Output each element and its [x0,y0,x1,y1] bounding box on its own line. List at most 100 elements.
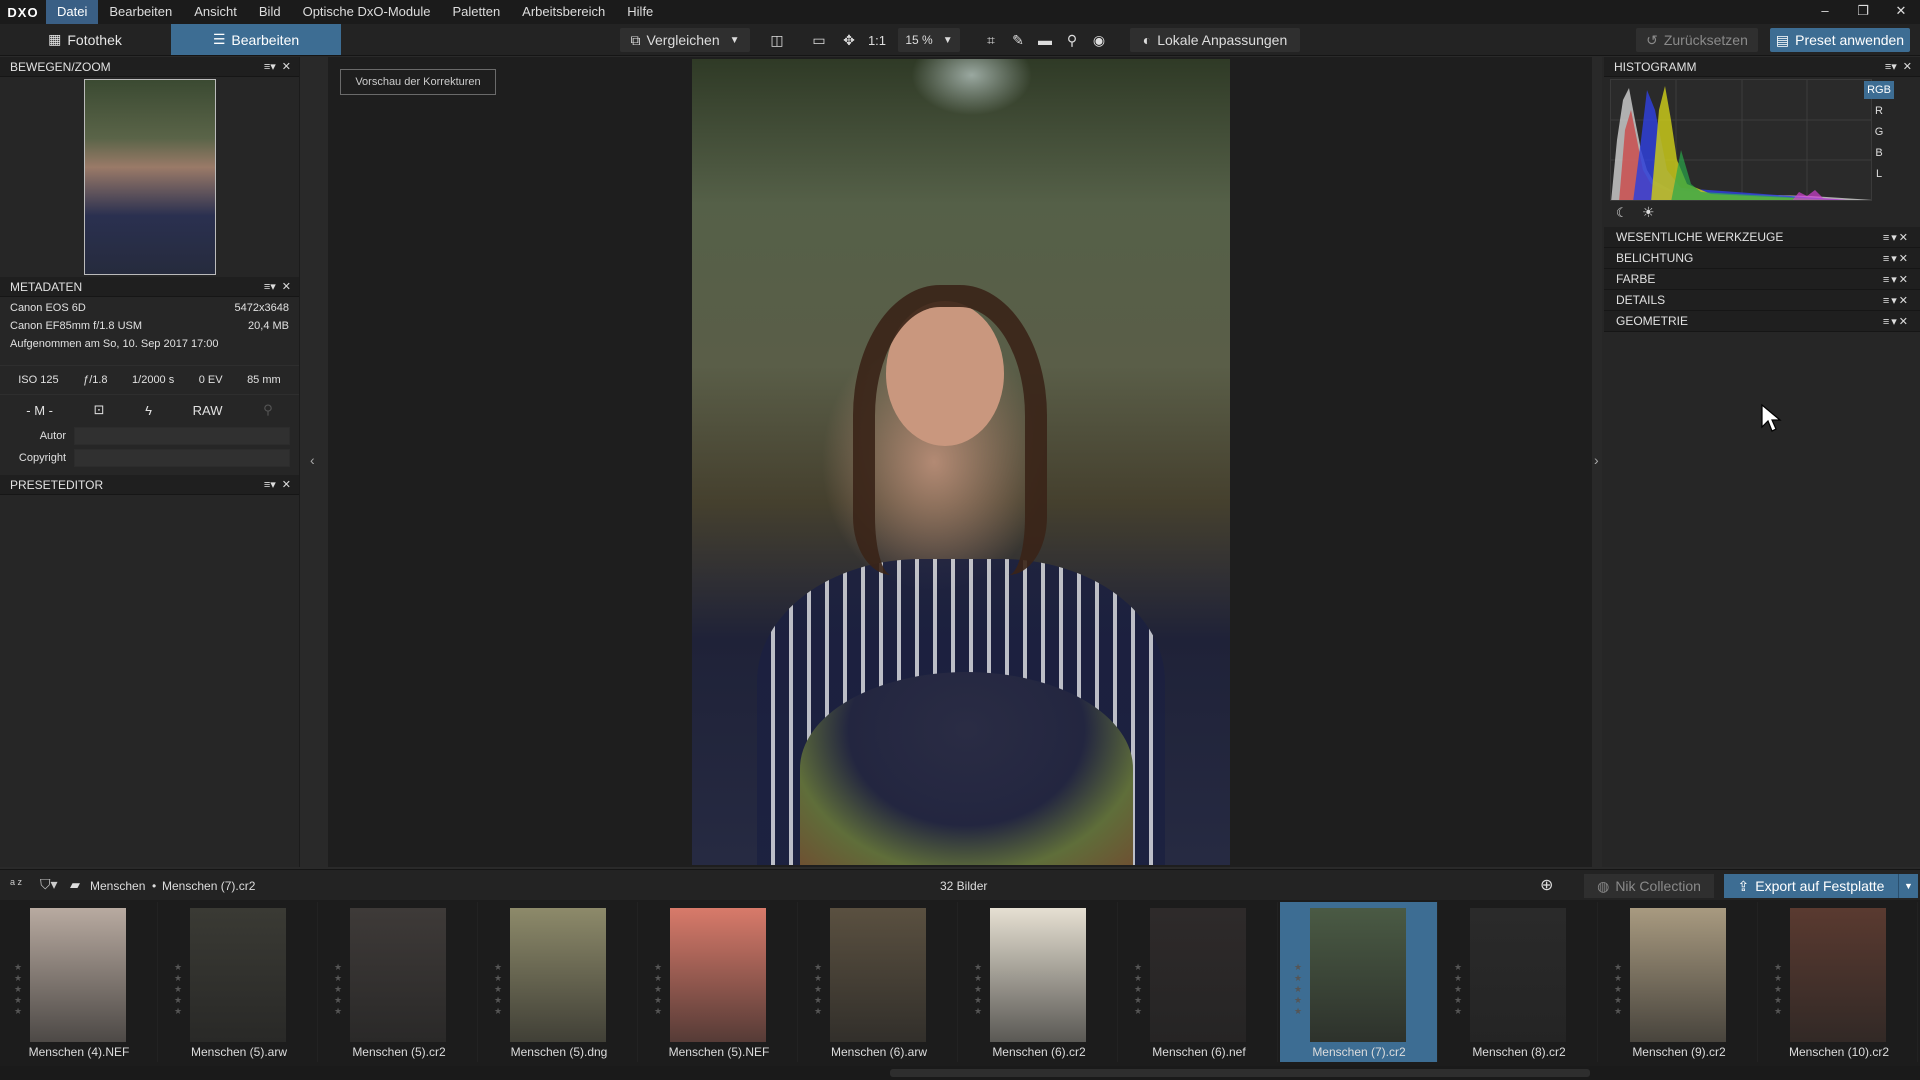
move-icon[interactable]: ✥ [836,28,862,52]
chevron-left-icon[interactable]: ‹ [310,452,315,468]
panel-menu-icon[interactable]: ≡▾ [264,478,276,491]
filmstrip-thumbnail[interactable]: ★ ★ ★ ★ ★ Menschen (10).cr2 [1760,902,1918,1062]
rating-stars[interactable]: ★ ★ ★ ★ ★ [14,962,22,1017]
panel-menu-icon[interactable]: ≡▾✕ [1883,294,1910,307]
filmstrip-scrollbar[interactable] [0,1066,1920,1080]
filmstrip-thumbnail[interactable]: ★ ★ ★ ★ ★ Menschen (5).cr2 [320,902,478,1062]
red-eye-icon[interactable]: ◉ [1086,28,1112,52]
left-collapse-strip[interactable]: ‹ [300,57,328,867]
chevron-right-icon[interactable]: › [1594,452,1599,468]
navigate-icon[interactable]: ⊕ [1540,875,1553,895]
filmstrip-thumbnail[interactable]: ★ ★ ★ ★ ★ Menschen (9).cr2 [1600,902,1758,1062]
close-icon[interactable]: ✕ [282,280,291,293]
rating-stars[interactable]: ★ ★ ★ ★ ★ [814,962,822,1017]
nik-collection-button[interactable]: ◍ Nik Collection [1584,874,1714,898]
navigator-thumbnail[interactable] [84,79,216,275]
local-adjustments-button[interactable]: ◐ Lokale Anpassungen [1130,28,1300,52]
thumbnail-image[interactable] [830,908,926,1042]
horizon-icon[interactable]: ▬ [1032,28,1058,52]
close-icon[interactable]: ✕ [282,60,291,73]
histogram-header[interactable]: HISTOGRAMM ≡▾ ✕ [1604,57,1920,77]
menu-paletten[interactable]: Paletten [441,0,511,24]
panel-menu-icon[interactable]: ≡▾✕ [1883,231,1910,244]
sun-icon[interactable]: ☀ [1642,204,1655,221]
filter-icon[interactable]: ⛉▾ [40,876,58,893]
rating-stars[interactable]: ★ ★ ★ ★ ★ [1774,962,1782,1017]
thumbnail-image[interactable] [350,908,446,1042]
move-zoom-header[interactable]: BEWEGEN/ZOOM ≡▾ ✕ [0,57,299,77]
filmstrip-thumbnail[interactable]: ★ ★ ★ ★ ★ Menschen (5).arw [160,902,318,1062]
split-view-icon[interactable]: ◫ [764,28,790,52]
section-details[interactable]: DETAILS ≡▾✕ [1604,290,1920,311]
filmstrip-thumbnail[interactable]: ★ ★ ★ ★ ★ Menschen (6).cr2 [960,902,1118,1062]
rating-stars[interactable]: ★ ★ ★ ★ ★ [494,962,502,1017]
thumbnail-image[interactable] [1790,908,1886,1042]
tab-fotothek[interactable]: ▦ Fotothek [0,24,170,55]
section-exposure[interactable]: BELICHTUNG ≡▾✕ [1604,248,1920,269]
apply-preset-button[interactable]: ▤ Preset anwenden [1770,28,1910,52]
panel-menu-icon[interactable]: ≡▾✕ [1883,252,1910,265]
tab-bearbeiten[interactable]: ☰ Bearbeiten [171,24,341,55]
moon-icon[interactable]: ☾ [1616,205,1628,221]
rating-stars[interactable]: ★ ★ ★ ★ ★ [1294,962,1302,1017]
filmstrip-thumbnail[interactable]: ★ ★ ★ ★ ★ Menschen (4).NEF [0,902,158,1062]
filmstrip-thumbnail[interactable]: ★ ★ ★ ★ ★ Menschen (5).NEF [640,902,798,1062]
thumbnail-image[interactable] [1470,908,1566,1042]
restore-button[interactable]: ❐ [1844,0,1882,24]
menu-ansicht[interactable]: Ansicht [183,0,248,24]
minimize-button[interactable]: – [1806,0,1844,24]
panel-menu-icon[interactable]: ≡▾ [264,280,276,293]
channel-r[interactable]: R [1864,102,1894,120]
menu-arbeitsbereich[interactable]: Arbeitsbereich [511,0,616,24]
rating-stars[interactable]: ★ ★ ★ ★ ★ [174,962,182,1017]
thumbnail-image[interactable] [1630,908,1726,1042]
channel-g[interactable]: G [1864,123,1894,141]
thumbnail-image[interactable] [1150,908,1246,1042]
rating-stars[interactable]: ★ ★ ★ ★ ★ [974,962,982,1017]
breadcrumb-folder[interactable]: Menschen [90,879,145,893]
channel-b[interactable]: B [1864,144,1894,162]
channel-rgb[interactable]: RGB [1864,81,1894,99]
eyedropper-icon[interactable]: ✎ [1005,28,1031,52]
filmstrip-thumbnail[interactable]: ★ ★ ★ ★ ★ Menschen (5).dng [480,902,638,1062]
main-photo[interactable] [692,59,1230,865]
menu-bearbeiten[interactable]: Bearbeiten [98,0,183,24]
channel-l[interactable]: L [1864,165,1894,183]
thumbnail-image[interactable] [190,908,286,1042]
right-collapse-strip[interactable]: › [1592,57,1602,867]
rating-stars[interactable]: ★ ★ ★ ★ ★ [1614,962,1622,1017]
section-essential-tools[interactable]: WESENTLICHE WERKZEUGE ≡▾✕ [1604,227,1920,248]
thumbnail-image[interactable] [990,908,1086,1042]
metadata-header[interactable]: METADATEN ≡▾ ✕ [0,277,299,297]
close-icon[interactable]: ✕ [1903,60,1912,73]
zoom-1to1-button[interactable]: 1:1 [864,28,890,52]
section-color[interactable]: FARBE ≡▾✕ [1604,269,1920,290]
sort-icon[interactable]: a z [10,878,24,887]
repair-icon[interactable]: ⚲ [1059,28,1085,52]
preset-editor-header[interactable]: PRESETEDITOR ≡▾ ✕ [0,475,299,495]
filmstrip-thumbnail[interactable]: ★ ★ ★ ★ ★ Menschen (8).cr2 [1440,902,1598,1062]
close-button[interactable]: ✕ [1882,0,1920,24]
rating-stars[interactable]: ★ ★ ★ ★ ★ [1454,962,1462,1017]
panel-menu-icon[interactable]: ≡▾✕ [1883,273,1910,286]
export-dropdown-button[interactable]: ▼ [1898,874,1918,898]
crop-icon[interactable]: ⌗ [978,28,1004,52]
rating-stars[interactable]: ★ ★ ★ ★ ★ [334,962,342,1017]
copyright-input[interactable] [74,449,290,467]
menu-bild[interactable]: Bild [248,0,292,24]
rating-stars[interactable]: ★ ★ ★ ★ ★ [654,962,662,1017]
thumbnail-image[interactable] [30,908,126,1042]
reset-button[interactable]: ↺ Zurücksetzen [1636,28,1758,52]
rating-stars[interactable]: ★ ★ ★ ★ ★ [1134,962,1142,1017]
zoom-select[interactable]: 15 % ▼ [898,28,960,52]
filmstrip-thumbnail[interactable]: ★ ★ ★ ★ ★ Menschen (7).cr2 [1280,902,1438,1062]
filmstrip-thumbnail[interactable]: ★ ★ ★ ★ ★ Menschen (6).nef [1120,902,1278,1062]
export-button[interactable]: ⇪ Export auf Festplatte [1724,874,1898,898]
preview-corrections-button[interactable]: Vorschau der Korrekturen [340,69,496,95]
panel-menu-icon[interactable]: ≡▾✕ [1883,315,1910,328]
thumbnail-image[interactable] [1310,908,1406,1042]
author-input[interactable] [74,427,290,445]
section-geometry[interactable]: GEOMETRIE ≡▾✕ [1604,311,1920,332]
scrollbar-thumb[interactable] [890,1069,1590,1077]
thumbnail-image[interactable] [510,908,606,1042]
